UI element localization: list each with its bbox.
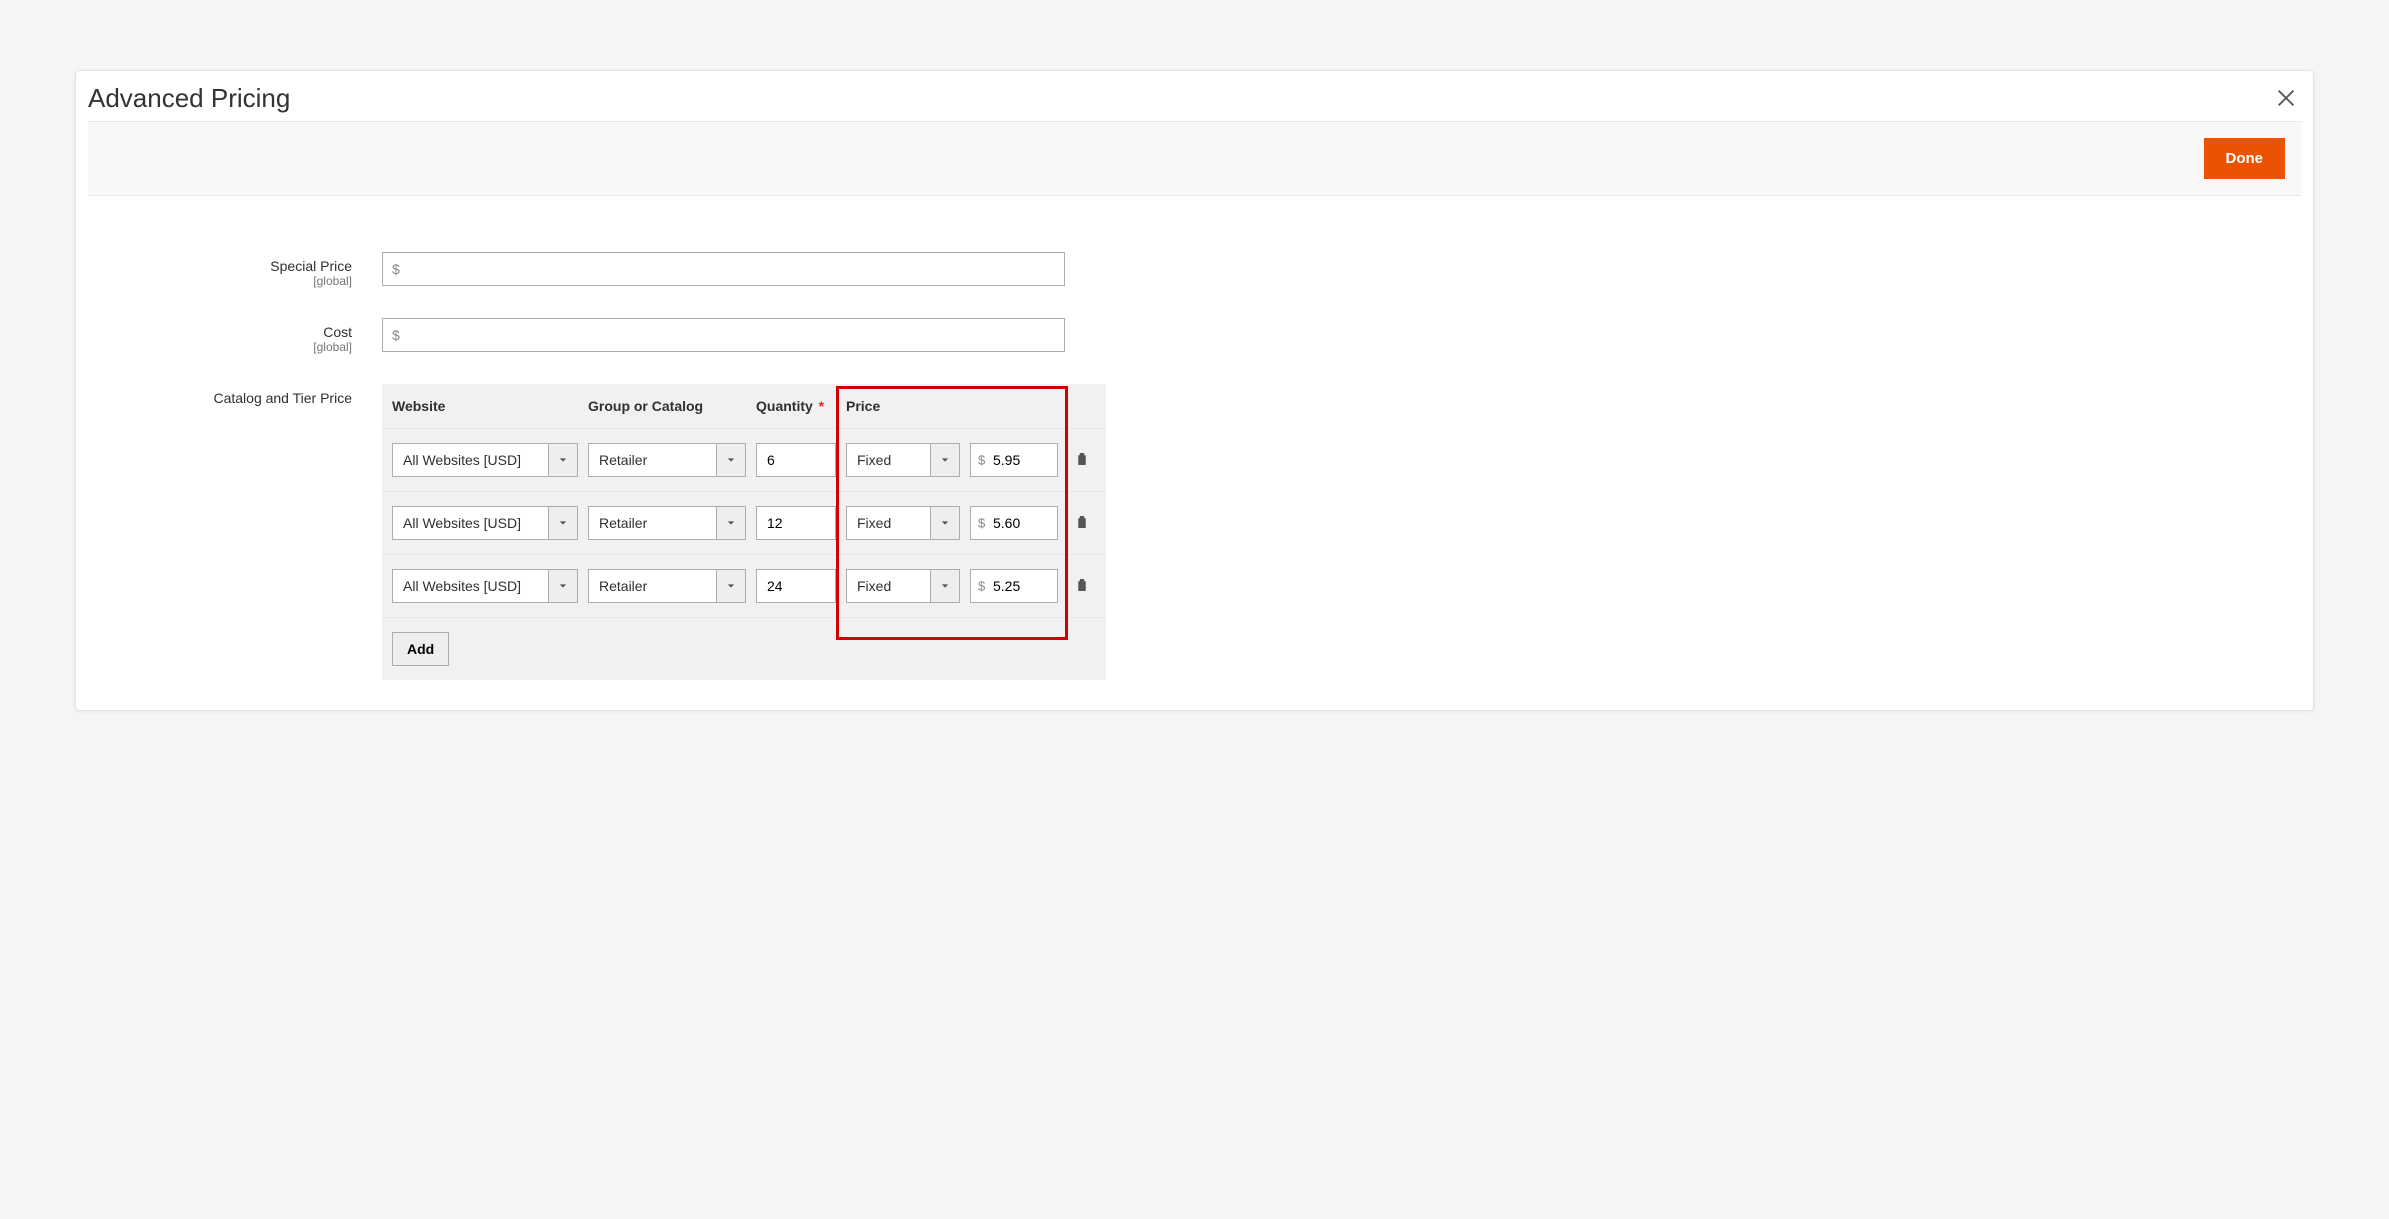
add-row-button[interactable]: Add <box>392 632 449 666</box>
special-price-input-wrap: $ <box>382 252 1065 286</box>
tier-table-footer: Add <box>382 617 1106 680</box>
price-type-select[interactable]: Fixed <box>846 569 960 603</box>
tier-table-header: Website Group or Catalog Quantity * Pric… <box>382 384 1106 428</box>
cost-label-col: Cost [global] <box>88 318 382 354</box>
price-input[interactable] <box>970 443 1058 477</box>
chevron-down-icon <box>548 443 578 477</box>
cost-field-col: $ <box>382 318 1065 354</box>
delete-row-button[interactable] <box>1073 450 1091 471</box>
tier-price-label-col: Catalog and Tier Price <box>88 384 382 680</box>
cost-input-wrap: $ <box>382 318 1065 352</box>
special-price-label-col: Special Price [global] <box>88 252 382 288</box>
trash-icon <box>1073 456 1091 471</box>
special-price-label: Special Price <box>88 258 352 274</box>
price-type-value: Fixed <box>846 506 930 540</box>
tier-price-label: Catalog and Tier Price <box>88 390 352 406</box>
price-type-select[interactable]: Fixed <box>846 506 960 540</box>
advanced-pricing-modal: Advanced Pricing Done Special Price [glo… <box>75 70 2314 711</box>
done-button[interactable]: Done <box>2204 138 2286 179</box>
header-quantity-text: Quantity <box>756 398 813 414</box>
price-type-value: Fixed <box>846 443 930 477</box>
website-select-value: All Websites [USD] <box>392 506 548 540</box>
header-website: Website <box>392 398 588 414</box>
header-price: Price <box>846 398 1068 414</box>
chevron-down-icon <box>548 569 578 603</box>
group-select-value: Retailer <box>588 506 716 540</box>
price-input[interactable] <box>970 569 1058 603</box>
action-bar: Done <box>88 121 2301 196</box>
cost-scope: [global] <box>88 340 352 354</box>
cost-row: Cost [global] $ <box>88 318 2301 354</box>
close-button[interactable] <box>2269 81 2303 115</box>
chevron-down-icon <box>930 569 960 603</box>
price-type-value: Fixed <box>846 569 930 603</box>
header-group: Group or Catalog <box>588 398 756 414</box>
delete-row-button[interactable] <box>1073 513 1091 534</box>
chevron-down-icon <box>930 443 960 477</box>
close-icon <box>2275 97 2297 112</box>
tier-price-table: Website Group or Catalog Quantity * Pric… <box>382 384 1106 680</box>
tier-row: All Websites [USD] Retailer <box>382 428 1106 491</box>
special-price-row: Special Price [global] $ <box>88 252 2301 288</box>
special-price-scope: [global] <box>88 274 352 288</box>
quantity-input[interactable] <box>756 443 836 477</box>
website-select[interactable]: All Websites [USD] <box>392 569 578 603</box>
website-select-value: All Websites [USD] <box>392 443 548 477</box>
required-marker: * <box>819 398 824 414</box>
group-select[interactable]: Retailer <box>588 443 746 477</box>
price-type-select[interactable]: Fixed <box>846 443 960 477</box>
form-body: Special Price [global] $ Cost [global] $ <box>76 196 2313 680</box>
chevron-down-icon <box>716 443 746 477</box>
tier-row: All Websites [USD] Retailer <box>382 491 1106 554</box>
chevron-down-icon <box>930 506 960 540</box>
group-select-value: Retailer <box>588 443 716 477</box>
group-select-value: Retailer <box>588 569 716 603</box>
quantity-input[interactable] <box>756 569 836 603</box>
group-select[interactable]: Retailer <box>588 506 746 540</box>
special-price-field-col: $ <box>382 252 1065 288</box>
chevron-down-icon <box>716 569 746 603</box>
website-select[interactable]: All Websites [USD] <box>392 506 578 540</box>
chevron-down-icon <box>716 506 746 540</box>
website-select[interactable]: All Websites [USD] <box>392 443 578 477</box>
special-price-input[interactable] <box>382 252 1065 286</box>
chevron-down-icon <box>548 506 578 540</box>
group-select[interactable]: Retailer <box>588 569 746 603</box>
delete-row-button[interactable] <box>1073 576 1091 597</box>
trash-icon <box>1073 519 1091 534</box>
tier-row: All Websites [USD] Retailer <box>382 554 1106 617</box>
cost-label: Cost <box>88 324 352 340</box>
header-quantity: Quantity * <box>756 398 846 414</box>
tier-price-field-col: Website Group or Catalog Quantity * Pric… <box>382 384 1106 680</box>
cost-input[interactable] <box>382 318 1065 352</box>
quantity-input[interactable] <box>756 506 836 540</box>
modal-title: Advanced Pricing <box>88 83 290 114</box>
website-select-value: All Websites [USD] <box>392 569 548 603</box>
trash-icon <box>1073 582 1091 597</box>
modal-header: Advanced Pricing <box>76 71 2313 121</box>
price-input[interactable] <box>970 506 1058 540</box>
tier-price-row: Catalog and Tier Price Website Group or … <box>88 384 2301 680</box>
